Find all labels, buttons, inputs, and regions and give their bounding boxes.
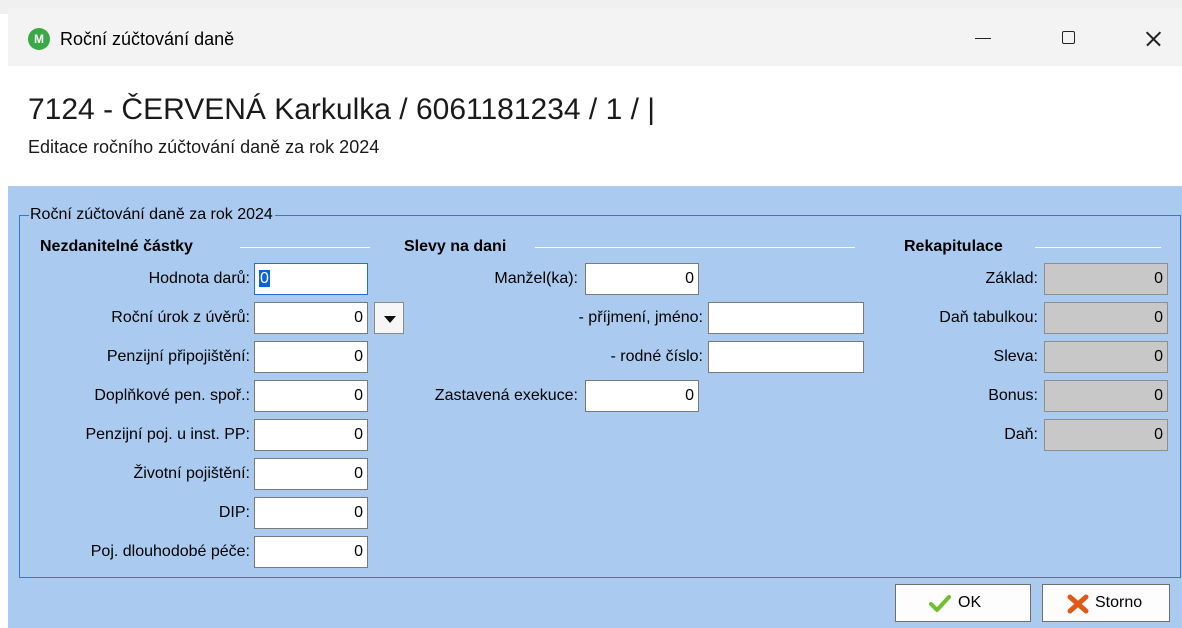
label-dip: DIP: [218, 504, 250, 521]
output-dan: 0 [1044, 419, 1168, 451]
input-hodnota-daru[interactable]: 0 [254, 263, 368, 295]
title-bar[interactable]: M Roční zúčtování daně [8, 8, 1182, 66]
section-heading-slevy: Slevy na dani [404, 238, 507, 255]
dialog-subtitle: Editace ročního zúčtování daně za rok 20… [28, 137, 380, 157]
storno-button[interactable]: Storno [1042, 584, 1170, 622]
label-dan: Daň: [1004, 426, 1038, 443]
storno-button-label: Storno [1095, 594, 1143, 611]
section-heading-nezdanitelne: Nezdanitelné částky [40, 238, 193, 255]
output-zaklad: 0 [1044, 263, 1168, 295]
maximize-button[interactable] [1044, 20, 1094, 56]
label-penzijni-pripojisteni: Penzijní připojištění: [106, 348, 250, 365]
input-rodne-cislo[interactable] [708, 341, 864, 373]
check-icon [929, 595, 951, 612]
section-rule-rekapitulace [1035, 247, 1161, 248]
ok-button-label: OK [958, 594, 982, 611]
label-hodnota-daru: Hodnota darů: [148, 270, 250, 287]
label-dan-tabulkou: Daň tabulkou: [939, 309, 1038, 326]
input-hodnota-daru-value: 0 [259, 270, 270, 287]
input-penzijni-poj-inst-pp[interactable]: 0 [254, 419, 368, 451]
section-rule-slevy [535, 247, 855, 248]
dialog-header: 7124 - ČERVENÁ Karkulka / 6061181234 / 1… [8, 66, 1182, 186]
output-bonus: 0 [1044, 380, 1168, 412]
content-area: Roční zúčtování daně za rok 2024 Nezdani… [8, 186, 1182, 628]
input-doplnkove-pen-spor[interactable]: 0 [254, 380, 368, 412]
window-title: Roční zúčtování daně [60, 29, 235, 49]
input-prijmeni-jmeno[interactable] [708, 302, 864, 334]
groupbox-legend: Roční zúčtování daně za rok 2024 [29, 206, 275, 224]
output-dan-tabulkou: 0 [1044, 302, 1168, 334]
input-manzel[interactable]: 0 [585, 263, 699, 295]
input-poj-dlouhodobe-pece[interactable]: 0 [254, 536, 368, 568]
input-rocni-urok[interactable]: 0 [254, 302, 368, 334]
rocni-urok-dropdown-button[interactable] [374, 302, 404, 334]
label-poj-dlouhodobe-pece: Poj. dlouhodobé péče: [90, 543, 250, 560]
ok-button[interactable]: OK [895, 584, 1031, 622]
dialog-window: M Roční zúčtování daně 7124 - ČERVENÁ Ka… [8, 8, 1182, 628]
label-prijmeni-jmeno: - příjmení, jméno: [578, 309, 703, 326]
input-zivotni-pojisteni[interactable]: 0 [254, 458, 368, 490]
employee-title: 7124 - ČERVENÁ Karkulka / 6061181234 / 1… [28, 93, 656, 126]
app-icon: M [28, 28, 50, 50]
minimize-button[interactable] [958, 20, 1008, 56]
input-zastavena-exekuce[interactable]: 0 [585, 380, 699, 412]
label-zivotni-pojisteni: Životní pojištění: [133, 465, 251, 482]
label-doplnkove-pen-spor: Doplňkové pen. spoř.: [94, 387, 250, 404]
section-heading-rekapitulace: Rekapitulace [904, 238, 1003, 255]
input-dip[interactable]: 0 [254, 497, 368, 529]
label-manzel: Manžel(ka): [494, 270, 578, 287]
close-button[interactable] [1128, 20, 1178, 56]
cancel-x-icon [1067, 594, 1089, 614]
label-rodne-cislo: - rodné číslo: [610, 348, 703, 365]
label-zastavena-exekuce: Zastavená exekuce: [434, 387, 578, 404]
label-sleva: Sleva: [993, 348, 1038, 365]
label-penzijni-poj-inst-pp: Penzijní poj. u inst. PP: [85, 426, 250, 443]
label-bonus: Bonus: [988, 387, 1038, 404]
label-rocni-urok: Roční úrok z úvěrů: [111, 309, 250, 326]
section-rule-nezdanitelne [240, 247, 370, 248]
input-penzijni-pripojisteni[interactable]: 0 [254, 341, 368, 373]
output-sleva: 0 [1044, 341, 1168, 373]
label-zaklad: Základ: [985, 270, 1038, 287]
